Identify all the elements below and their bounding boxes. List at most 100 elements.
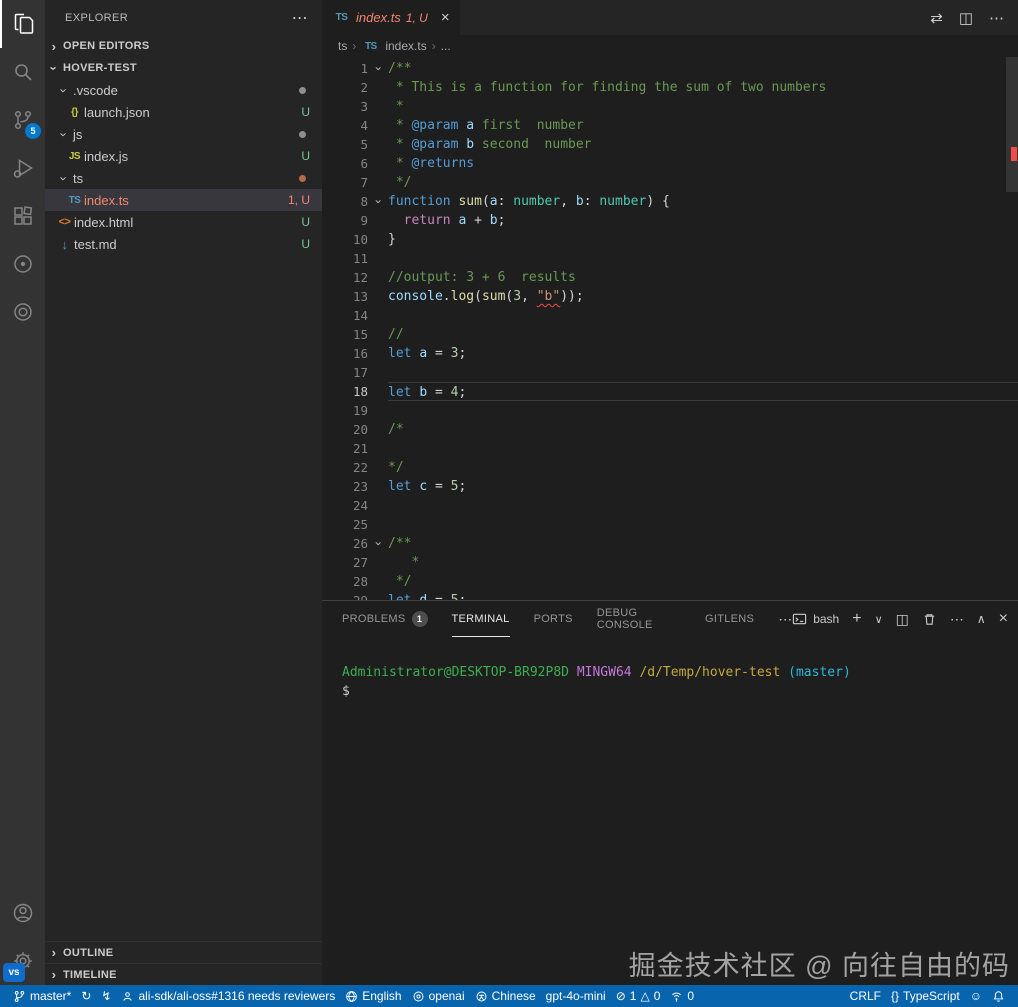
more-actions-icon[interactable]: ⋯ <box>950 611 964 628</box>
fold-icon[interactable]: › <box>369 534 388 554</box>
code-line-16[interactable]: 16let a = 3; <box>322 344 1018 363</box>
code-line-6[interactable]: 6 * @returns <box>322 154 1018 173</box>
fold-icon[interactable]: › <box>369 192 388 212</box>
code-line-12[interactable]: 12//output: 3 + 6 results <box>322 268 1018 287</box>
code-line-23[interactable]: 23let c = 5; <box>322 477 1018 496</box>
shell-selector[interactable]: bash <box>792 612 839 627</box>
tab-index-ts[interactable]: TS index.ts 1, U × <box>322 0 460 35</box>
tree-item-index.ts[interactable]: TSindex.ts1, U <box>45 189 322 211</box>
tab-ports[interactable]: PORTS <box>534 601 573 637</box>
search-icon[interactable] <box>0 48 45 96</box>
code-line-25[interactable]: 25 <box>322 515 1018 534</box>
tab-debug-console[interactable]: DEBUG CONSOLE <box>597 601 681 637</box>
git-status-badge: U <box>301 105 310 119</box>
code-line-14[interactable]: 14 <box>322 306 1018 325</box>
code-line-26[interactable]: 26›/** <box>322 534 1018 553</box>
language-mode-indicator[interactable]: {} TypeScript <box>886 985 965 1007</box>
code-line-27[interactable]: 27 * <box>322 553 1018 572</box>
openai-item[interactable]: openai <box>407 985 470 1007</box>
close-icon[interactable]: × <box>441 9 450 26</box>
close-panel-icon[interactable]: × <box>999 610 1008 628</box>
extensions-icon[interactable] <box>0 192 45 240</box>
line-number: 29 <box>322 591 368 600</box>
terminal-icon <box>792 612 807 627</box>
sync-icon: ↻ <box>81 985 91 1007</box>
tab-problems[interactable]: PROBLEMS 1 <box>342 601 428 637</box>
code-line-2[interactable]: 2 * This is a function for finding the s… <box>322 78 1018 97</box>
code-line-29[interactable]: 29let d = 5; <box>322 591 1018 600</box>
breadcrumb-folder[interactable]: ts <box>338 39 347 53</box>
code-line-17[interactable]: 17 <box>322 363 1018 382</box>
breadcrumb-symbol[interactable]: ... <box>441 39 451 53</box>
editor-scrollbar[interactable] <box>1006 57 1018 192</box>
breadcrumb-file[interactable]: index.ts <box>385 39 426 53</box>
split-editor-icon[interactable]: ◫ <box>959 9 973 27</box>
explorer-icon[interactable] <box>0 0 45 48</box>
code-line-15[interactable]: 15// <box>322 325 1018 344</box>
timeline-section[interactable]: › TIMELINE <box>45 963 322 985</box>
ports-indicator[interactable]: 0 <box>665 985 699 1007</box>
code-line-8[interactable]: 8›function sum(a: number, b: number) { <box>322 192 1018 211</box>
fold-icon[interactable]: › <box>369 59 388 79</box>
code-line-9[interactable]: 9 return a + b; <box>322 211 1018 230</box>
tree-item-index.js[interactable]: JSindex.jsU <box>45 145 322 167</box>
workspace-root-section[interactable]: › HOVER-TEST <box>45 57 322 79</box>
code-line-1[interactable]: 1›/** <box>322 59 1018 78</box>
tree-item-test.md[interactable]: ↓test.mdU <box>45 233 322 255</box>
tree-item-.vscode[interactable]: ›.vscode <box>45 79 322 101</box>
code-editor[interactable]: 1›/**2 * This is a function for finding … <box>322 57 1018 600</box>
new-terminal-icon[interactable]: + <box>852 610 861 628</box>
code-line-10[interactable]: 10} <box>322 230 1018 249</box>
line-number: 20 <box>322 420 368 439</box>
translate-item[interactable]: Chinese <box>470 985 541 1007</box>
kill-terminal-icon[interactable] <box>922 611 937 628</box>
terminal-dropdown-icon[interactable]: ∨ <box>875 613 883 626</box>
code-line-21[interactable]: 21 <box>322 439 1018 458</box>
code-line-5[interactable]: 5 * @param b second number <box>322 135 1018 154</box>
model-item[interactable]: gpt-4o-mini <box>541 985 611 1007</box>
extension-a-icon[interactable] <box>0 240 45 288</box>
accounts-icon[interactable] <box>0 889 45 937</box>
more-panel-tabs-icon[interactable]: ⋯ <box>778 611 792 628</box>
code-line-11[interactable]: 11 <box>322 249 1018 268</box>
terminal-output[interactable]: Administrator@DESKTOP-BR92P8D MINGW64 /d… <box>322 637 1018 701</box>
code-line-28[interactable]: 28 */ <box>322 572 1018 591</box>
tree-item-index.html[interactable]: <>index.htmlU <box>45 211 322 233</box>
settings-gear-icon[interactable]: vs <box>0 937 45 985</box>
code-line-13[interactable]: 13console.log(sum(3, "b")); <box>322 287 1018 306</box>
pr-review-item[interactable]: ali-sdk/ali-oss#1316 needs reviewers <box>116 985 340 1007</box>
quick-action-button[interactable]: ↯ <box>96 985 116 1007</box>
tree-item-launch.json[interactable]: {}launch.jsonU <box>45 101 322 123</box>
outline-section[interactable]: › OUTLINE <box>45 941 322 963</box>
tree-item-ts[interactable]: ›ts <box>45 167 322 189</box>
language-item[interactable]: English <box>340 985 406 1007</box>
split-terminal-icon[interactable]: ◫ <box>896 611 909 628</box>
code-line-22[interactable]: 22*/ <box>322 458 1018 477</box>
sync-changes-button[interactable]: ↻ <box>76 985 96 1007</box>
code-line-19[interactable]: 19 <box>322 401 1018 420</box>
code-line-18[interactable]: 18let b = 4; <box>322 382 1018 401</box>
code-line-7[interactable]: 7 */ <box>322 173 1018 192</box>
extension-b-icon[interactable] <box>0 288 45 336</box>
more-actions-icon[interactable]: ⋯ <box>292 8 308 28</box>
panel-tab-bar: PROBLEMS 1 TERMINAL PORTS DEBUG CONSOLE … <box>322 601 1018 637</box>
chevron-right-icon: › <box>45 39 63 54</box>
maximize-panel-icon[interactable]: ∧ <box>977 612 986 626</box>
more-actions-icon[interactable]: ⋯ <box>989 9 1004 27</box>
code-line-3[interactable]: 3 * <box>322 97 1018 116</box>
code-line-4[interactable]: 4 * @param a first number <box>322 116 1018 135</box>
eol-indicator[interactable]: CRLF <box>845 985 886 1007</box>
tab-terminal[interactable]: TERMINAL <box>452 601 510 637</box>
problems-indicator[interactable]: ⊘ 1 △ 0 <box>611 985 666 1007</box>
run-and-debug-icon[interactable] <box>0 144 45 192</box>
open-changes-icon[interactable]: ⇄ <box>930 9 943 27</box>
tab-gitlens[interactable]: GITLENS <box>705 601 754 637</box>
notifications-button[interactable] <box>987 985 1010 1007</box>
feedback-button[interactable]: ☺ <box>965 985 987 1007</box>
code-line-24[interactable]: 24 <box>322 496 1018 515</box>
source-control-icon[interactable]: 5 <box>0 96 45 144</box>
tree-item-js[interactable]: ›js <box>45 123 322 145</box>
code-line-20[interactable]: 20/* <box>322 420 1018 439</box>
open-editors-section[interactable]: › OPEN EDITORS <box>45 35 322 57</box>
branch-indicator[interactable]: master* <box>8 985 76 1007</box>
